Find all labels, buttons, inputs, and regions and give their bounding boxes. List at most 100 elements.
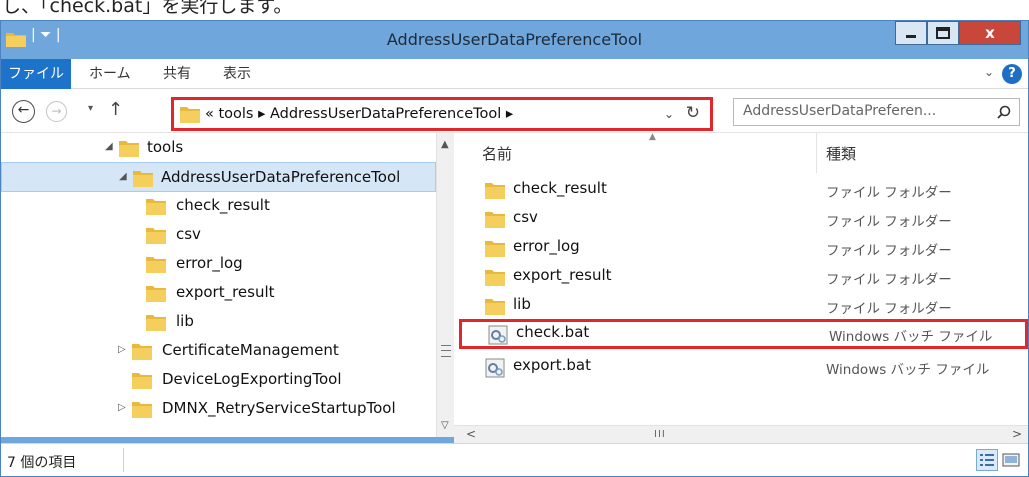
status-bar: 7 個の項目 <box>1 443 1028 476</box>
tree-item-csv[interactable]: csv <box>1 220 436 250</box>
close-icon: x <box>985 24 995 42</box>
minimize-button[interactable] <box>895 21 927 45</box>
file-row-export-result[interactable]: export_result ファイル フォルダー <box>454 262 1028 292</box>
scroll-left-icon[interactable]: < <box>466 427 476 441</box>
folder-icon <box>133 169 153 191</box>
tree-item-label: check_result <box>176 196 270 214</box>
file-type: ファイル フォルダー <box>826 243 952 259</box>
recent-locations-button[interactable]: ▾ <box>88 103 93 114</box>
scroll-thumb[interactable] <box>441 345 451 357</box>
file-row-error-log[interactable]: error_log ファイル フォルダー <box>454 233 1028 263</box>
tab-home[interactable]: ホーム <box>89 59 131 89</box>
caption-text: し、「check.bat」を実行します。 <box>2 0 293 17</box>
expand-arrow-icon[interactable]: ◢ <box>105 141 113 152</box>
file-name: export_result <box>513 266 612 284</box>
file-row-check-result[interactable]: check_result ファイル フォルダー <box>454 175 1028 205</box>
scroll-thumb[interactable]: III <box>654 429 666 440</box>
tree-item-tools[interactable]: ◢ tools <box>1 133 436 163</box>
tree-item-devicelogexportingtool[interactable]: DeviceLogExportingTool <box>1 365 436 395</box>
column-divider[interactable] <box>816 133 817 173</box>
tab-file[interactable]: ファイル <box>1 59 71 89</box>
file-name: csv <box>513 208 538 226</box>
folder-icon <box>146 284 166 306</box>
tree-item-addressuserdatapreferencetool[interactable]: ◢ AddressUserDataPreferenceTool <box>1 162 436 192</box>
instruction-caption: し、「check.bat」を実行します。 <box>0 0 1029 20</box>
tree-item-label: export_result <box>176 283 275 301</box>
ribbon-tabs: ファイル ホーム 共有 表示 ⌄ ? <box>1 59 1028 89</box>
file-type: ファイル フォルダー <box>826 301 952 317</box>
file-type: ファイル フォルダー <box>826 214 952 230</box>
tree-item-label: AddressUserDataPreferenceTool <box>161 168 401 186</box>
file-row-csv[interactable]: csv ファイル フォルダー <box>454 204 1028 234</box>
navigation-tree: ◢ tools ◢ AddressUserDataPreferenceTool … <box>1 133 436 437</box>
column-header-name[interactable]: 名前 <box>482 143 512 164</box>
minimize-icon <box>906 35 916 38</box>
folder-icon <box>485 239 505 261</box>
tree-item-error-log[interactable]: error_log <box>1 249 436 279</box>
expand-arrow-icon[interactable]: ▷ <box>118 344 126 355</box>
window-title: AddressUserDataPreferenceTool <box>386 30 643 49</box>
tree-item-certificatemanagement[interactable]: ▷ CertificateManagement <box>1 336 436 366</box>
expand-arrow-icon[interactable]: ▷ <box>118 402 126 413</box>
sort-ascending-icon: ▲ <box>649 132 656 142</box>
tab-share[interactable]: 共有 <box>163 59 191 89</box>
file-row-check-bat[interactable]: check.bat Windows バッチ ファイル <box>459 319 1028 349</box>
maximize-button[interactable] <box>927 21 959 45</box>
file-type: ファイル フォルダー <box>826 185 952 201</box>
large-icons-view-button[interactable] <box>1000 449 1022 471</box>
tree-item-lib[interactable]: lib <box>1 307 436 337</box>
file-type: Windows バッチ ファイル <box>829 329 993 345</box>
search-input[interactable]: AddressUserDataPreferen... <box>733 98 1020 126</box>
tree-item-check-result[interactable]: check_result <box>1 191 436 221</box>
folder-icon <box>485 297 505 319</box>
search-icon[interactable] <box>997 105 1011 123</box>
help-icon[interactable]: ? <box>1002 64 1022 84</box>
tree-item-dmnx-retryservicestartuptool[interactable]: ▷ DMNX_RetryServiceStartupTool <box>1 394 436 424</box>
details-view-button[interactable] <box>976 449 998 471</box>
scroll-down-icon[interactable]: ▽ <box>441 420 449 431</box>
file-name: check.bat <box>516 323 590 341</box>
scroll-up-icon[interactable]: ▲ <box>441 139 449 150</box>
address-bar[interactable]: « tools ▸ AddressUserDataPreferenceTool … <box>171 97 713 131</box>
file-type: Windows バッチ ファイル <box>826 362 990 378</box>
expand-arrow-icon[interactable]: ◢ <box>119 171 127 182</box>
file-row-lib[interactable]: lib ファイル フォルダー <box>454 291 1028 321</box>
details-view-icon <box>980 454 994 466</box>
folder-icon <box>119 139 139 161</box>
chevron-down-icon[interactable]: ⌄ <box>664 107 674 121</box>
column-header-type[interactable]: 種類 <box>826 143 856 164</box>
folder-icon <box>180 105 200 127</box>
folder-icon <box>485 268 505 290</box>
back-button[interactable]: ← <box>12 100 35 123</box>
folder-icon <box>485 210 505 232</box>
maximize-icon <box>936 27 950 39</box>
tree-item-label: tools <box>147 138 184 156</box>
up-button[interactable]: ↑ <box>108 99 123 120</box>
tree-vertical-scrollbar[interactable]: ▲ ▽ <box>436 133 454 437</box>
scroll-right-icon[interactable]: > <box>1012 427 1022 441</box>
close-button[interactable]: x <box>959 21 1021 45</box>
forward-button[interactable]: → <box>46 101 67 122</box>
tree-item-label: csv <box>176 225 201 243</box>
item-count: 7 個の項目 <box>7 455 77 471</box>
title-bar[interactable]: | ⏷ | AddressUserDataPreferenceTool x <box>1 21 1028 59</box>
folder-icon <box>146 255 166 277</box>
batch-file-icon <box>485 358 505 382</box>
address-path[interactable]: « tools ▸ AddressUserDataPreferenceTool … <box>205 106 513 122</box>
refresh-icon[interactable]: ↻ <box>686 103 700 123</box>
tab-view[interactable]: 表示 <box>223 59 251 89</box>
file-name: lib <box>513 295 531 313</box>
folder-icon <box>132 342 152 364</box>
chevron-down-icon[interactable]: ⌄ <box>984 65 994 79</box>
navigation-bar: ← → ▾ ↑ « tools ▸ AddressUserDataPrefere… <box>1 89 1028 133</box>
file-list: ▲ 名前 種類 check_result ファイル フォルダー csv ファイル… <box>454 132 1028 425</box>
large-icons-view-icon <box>1002 453 1020 467</box>
file-list-horizontal-scrollbar[interactable]: < III > <box>454 425 1028 443</box>
file-name: export.bat <box>513 356 591 374</box>
tree-item-export-result[interactable]: export_result <box>1 278 436 308</box>
batch-file-icon <box>488 325 508 349</box>
folder-icon <box>485 181 505 203</box>
file-row-export-bat[interactable]: export.bat Windows バッチ ファイル <box>454 352 1028 382</box>
explorer-window: | ⏷ | AddressUserDataPreferenceTool x ファ… <box>0 20 1029 477</box>
status-divider <box>123 448 124 472</box>
